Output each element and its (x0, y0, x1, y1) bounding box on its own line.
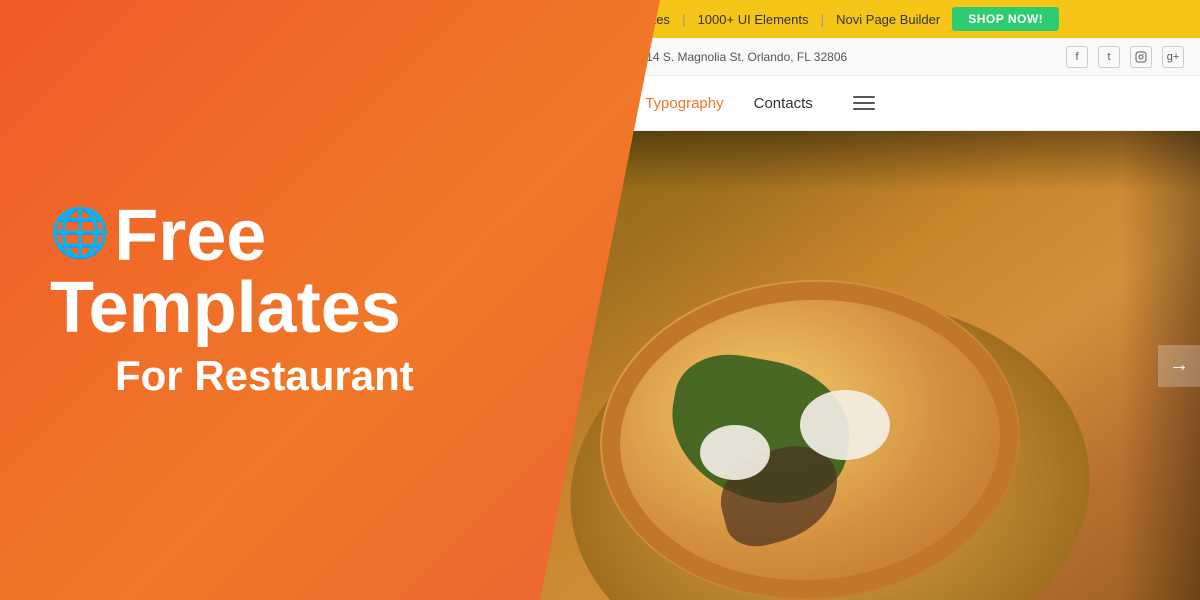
page-builder-text: Novi Page Builder (836, 12, 940, 27)
separator-2: | (821, 11, 825, 27)
hamburger-line-2 (853, 102, 875, 104)
hero-title-line1: 🌐 Free Templates (50, 200, 630, 344)
nav-contacts[interactable]: Contacts (754, 95, 813, 112)
hamburger-line-3 (853, 108, 875, 110)
ui-elements-text: 1000+ UI Elements (698, 12, 809, 27)
pizza-topping-egg-1 (800, 390, 890, 460)
pizza-topping-egg-2 (700, 425, 770, 480)
hamburger-line-1 (853, 96, 875, 98)
main-container: 🌐 Free Templates For Restaurant 29 Niche… (0, 0, 1200, 600)
pizza-scene (540, 131, 1200, 600)
googleplus-icon[interactable]: g+ (1162, 46, 1184, 68)
shop-now-button[interactable]: SHOP NOW! (952, 7, 1059, 31)
facebook-icon[interactable]: f (1066, 46, 1088, 68)
separator-1: | (682, 11, 686, 27)
food-image-area: → (540, 131, 1200, 600)
instagram-icon[interactable] (1130, 46, 1152, 68)
nav-typography[interactable]: Typography (645, 95, 723, 112)
hamburger-menu[interactable] (853, 96, 875, 110)
next-arrow-button[interactable]: → (1158, 345, 1200, 387)
globe-icon: 🌐 (50, 204, 110, 261)
twitter-icon[interactable]: t (1098, 46, 1120, 68)
hero-sub-title: For Restaurant (50, 352, 630, 400)
address: 📍 514 S. Magnolia St. Orlando, FL 32806 (618, 48, 847, 65)
food-top-overlay (540, 131, 1200, 191)
social-icons-group: f t g+ (1066, 46, 1184, 68)
hero-content: 🌐 Free Templates For Restaurant (50, 200, 630, 400)
